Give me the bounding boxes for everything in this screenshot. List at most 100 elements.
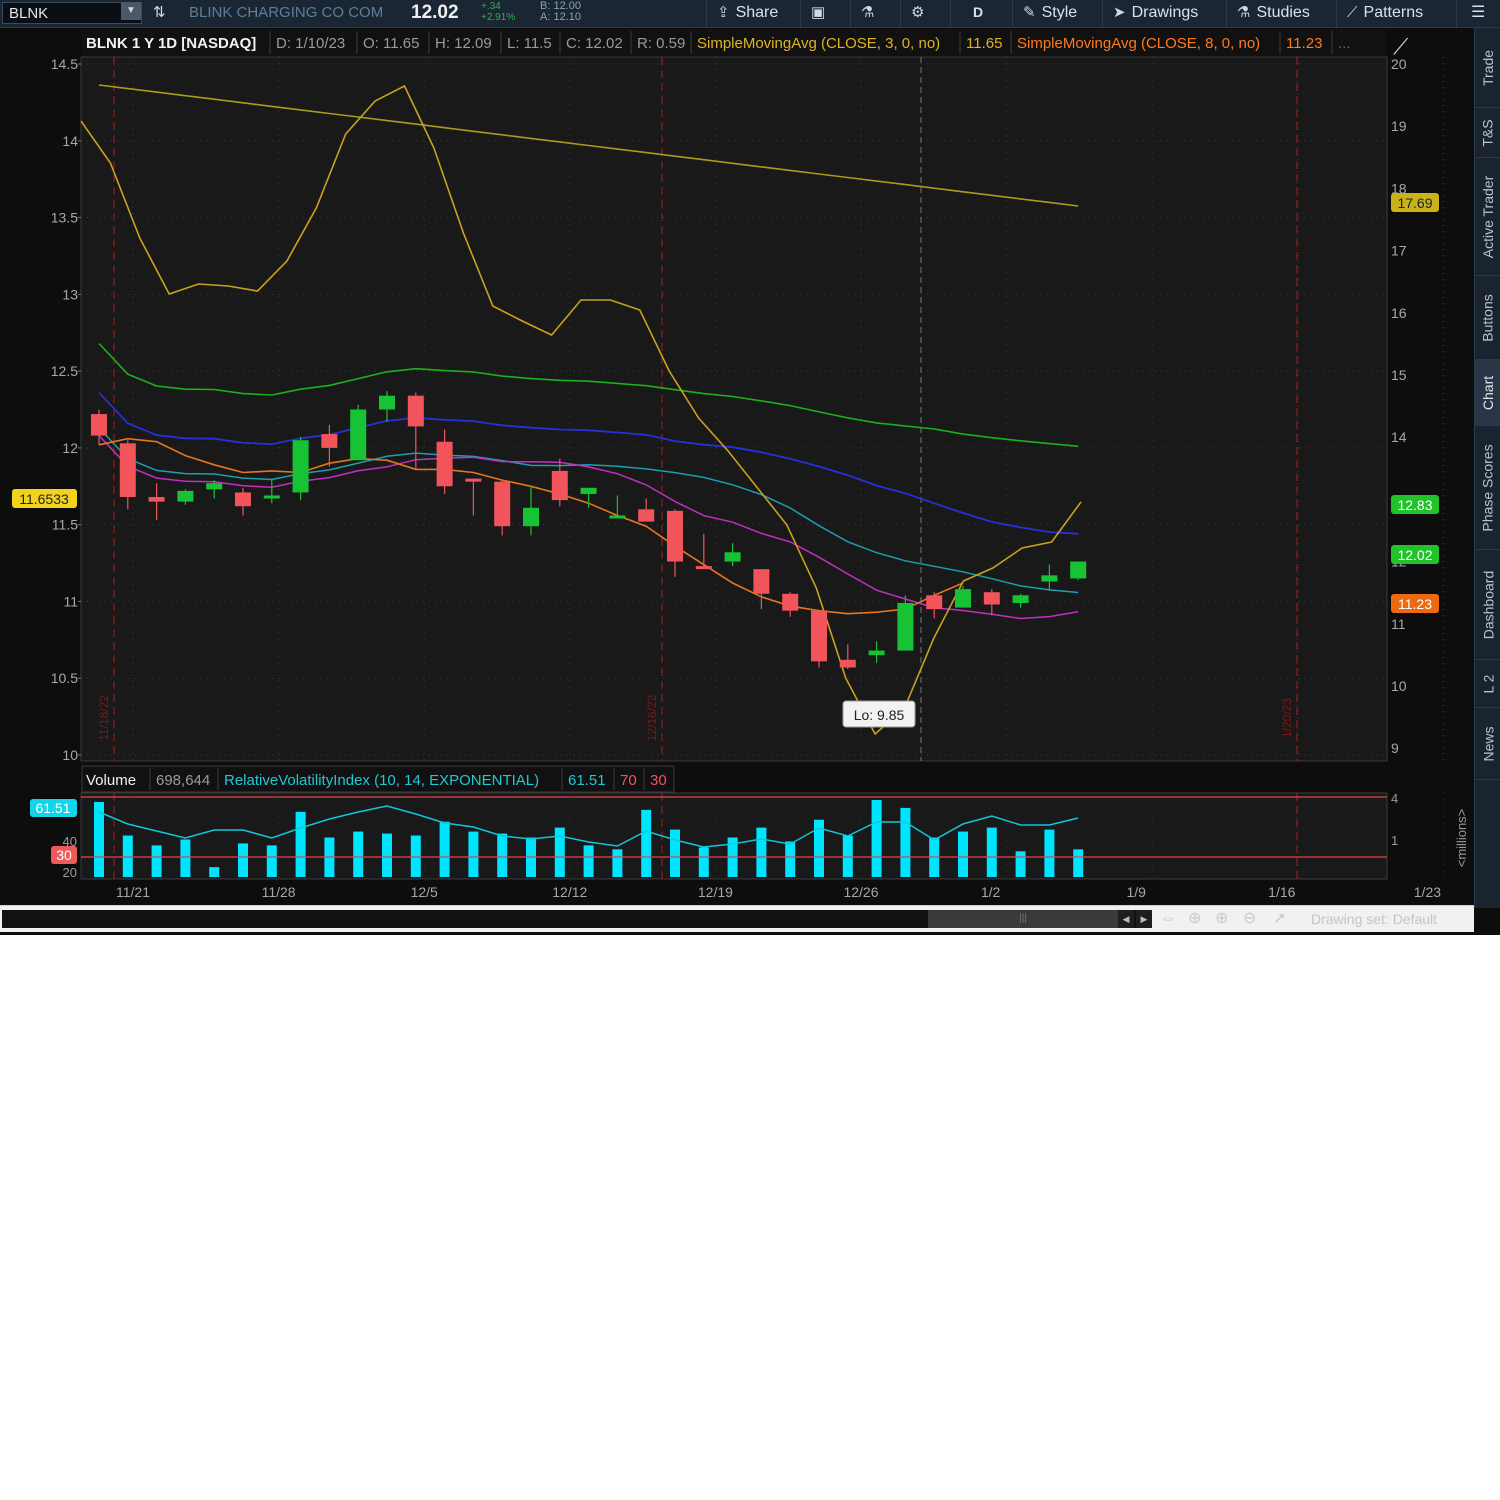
legend-more[interactable]: ...	[1338, 35, 1351, 52]
volume-bar	[122, 835, 133, 877]
price-chart[interactable]: 11/18/22 12/16/22 1/20/23 BLNK 1 Y 1D [NAS…	[0, 28, 1474, 905]
candle-body	[551, 470, 568, 501]
volume-tick-top: 4	[1391, 791, 1398, 806]
tab-dashboard[interactable]: Dashboard	[1475, 550, 1500, 660]
rvi-value: 61.51	[568, 772, 606, 789]
studies-button[interactable]: ⚗ Studies	[1226, 0, 1336, 27]
sma3-value: 11.65	[966, 35, 1002, 52]
date-marker-label: 12/16/22	[645, 694, 659, 741]
candle-body	[839, 659, 856, 668]
price-tick-label: 11.5	[52, 517, 78, 533]
tab-chart[interactable]: Chart	[1475, 360, 1500, 426]
share-button[interactable]: ⇪ Share	[706, 0, 800, 27]
rvi-lower-badge: 30	[56, 847, 72, 863]
style-icon: ✎	[1023, 4, 1036, 21]
tab-time-and-sales[interactable]: T&S	[1475, 108, 1500, 158]
time-tick-label: 11/21	[116, 884, 150, 900]
chart-toolbar: BLNK ▼ ⇅ BLINK CHARGING CO COM 12.02 +.3…	[0, 0, 1500, 28]
volume-bar	[583, 845, 594, 877]
tab-trade[interactable]: Trade	[1475, 28, 1500, 108]
volume-bar	[756, 827, 767, 877]
share-icon: ⇪	[717, 4, 730, 21]
scrollbar-thumb[interactable]: |||	[928, 910, 1118, 928]
tab-active-trader[interactable]: Active Trader	[1475, 158, 1500, 276]
tab-news[interactable]: News	[1475, 708, 1500, 780]
crosshair-icon[interactable]: ⊕	[1188, 910, 1201, 928]
company-name: BLINK CHARGING CO COM	[189, 4, 384, 21]
price-tick-label: 14.5	[51, 56, 78, 72]
candle-body	[436, 441, 453, 487]
candle-body	[926, 595, 943, 610]
sma3-legend: SimpleMovingAvg (CLOSE, 3, 0, no)	[697, 35, 940, 52]
candle-body	[811, 610, 827, 662]
candle-body	[407, 395, 424, 427]
scroll-right-button[interactable]: ▶	[1136, 910, 1152, 928]
volume-bar	[986, 827, 997, 877]
header-close: C: 12.02	[566, 35, 623, 52]
volume-bar	[180, 839, 191, 877]
link-icon[interactable]: ⇅	[153, 3, 166, 23]
zoom-out-icon[interactable]: ⊖	[1243, 910, 1256, 928]
sma8-value: 11.23	[1286, 35, 1322, 52]
lab-button[interactable]: ⚗	[850, 0, 900, 27]
gear-icon: ⚙	[911, 4, 925, 21]
candle-body	[235, 492, 251, 507]
right-price-tick-label: 10	[1391, 678, 1407, 694]
volume-bar	[151, 845, 162, 877]
drawing-set-label[interactable]: Drawing set: Default	[1311, 911, 1437, 927]
snapshot-button[interactable]: ▣	[800, 0, 850, 27]
pan-icon[interactable]: ⇔	[1160, 910, 1176, 928]
volume-bar	[842, 835, 853, 877]
settings-button[interactable]: ⚙	[900, 0, 950, 27]
price-tick-label: 14	[62, 133, 78, 149]
time-tick-label: 12/5	[411, 884, 438, 900]
side-tab-strip: Trade T&S Active Trader Buttons Chart Ph…	[1474, 28, 1500, 908]
aggregation-button[interactable]: D	[950, 0, 1012, 27]
volume-bar	[612, 849, 623, 877]
candle-body	[321, 434, 338, 448]
low-label: Lo: 9.85	[854, 707, 905, 723]
rvi-upper: 70	[620, 772, 637, 789]
right-price-tick-label: 11	[1391, 616, 1406, 632]
drawings-button[interactable]: ➤ Drawings	[1102, 0, 1226, 27]
pct-change: +2.91%	[481, 12, 516, 23]
price-tick-label: 10	[62, 747, 78, 763]
volume-label: Volume	[86, 772, 136, 789]
patterns-button[interactable]: ⟋ Patterns	[1336, 0, 1456, 27]
zoom-in-icon[interactable]: ⊕	[1215, 910, 1228, 928]
tab-phase-scores[interactable]: Phase Scores	[1475, 426, 1500, 550]
style-button[interactable]: ✎ Style	[1012, 0, 1102, 27]
candle-body	[782, 593, 799, 611]
candle-body	[695, 566, 712, 570]
time-tick-label: 1/2	[981, 884, 1001, 900]
camera-icon: ▣	[811, 4, 826, 21]
time-tick-label: 1/9	[1126, 884, 1146, 900]
price-tick-label: 12	[62, 440, 78, 456]
candle-body	[868, 650, 885, 656]
candle-body	[177, 490, 194, 502]
chart-bottom-bar: ||| ◀ ▶ ⇔ ⊕ ⊕ ⊖ ➚ Drawing set: Default	[0, 905, 1474, 932]
volume-bar	[209, 867, 220, 877]
chart-title: BLNK 1 Y 1D [NASDAQ]	[86, 35, 256, 52]
time-tick-label: 1/16	[1268, 884, 1295, 900]
volume-bar	[1044, 829, 1055, 877]
scroll-left-button[interactable]: ◀	[1118, 910, 1134, 928]
symbol-dropdown-button[interactable]: ▼	[121, 2, 141, 20]
date-marker-label: 1/20/23	[1280, 698, 1294, 738]
right-price-tick-label: 9	[1391, 740, 1399, 756]
tab-level-2[interactable]: L 2	[1475, 660, 1500, 708]
candle-body	[292, 440, 309, 493]
candle-body	[206, 483, 223, 490]
volume-bar	[266, 845, 277, 877]
menu-icon: ☰	[1471, 4, 1486, 21]
menu-button[interactable]: ☰	[1456, 0, 1500, 27]
right-price-tick-label: 15	[1391, 367, 1407, 383]
pointer-icon[interactable]: ➚	[1273, 910, 1286, 928]
volume-bar	[439, 821, 450, 877]
candle-body	[523, 507, 539, 527]
tab-buttons[interactable]: Buttons	[1475, 276, 1500, 360]
candle-body	[1070, 561, 1087, 579]
candle-body	[609, 515, 626, 519]
rvi-lower: 30	[650, 772, 667, 789]
ask-price: A: 12.10	[540, 11, 581, 23]
